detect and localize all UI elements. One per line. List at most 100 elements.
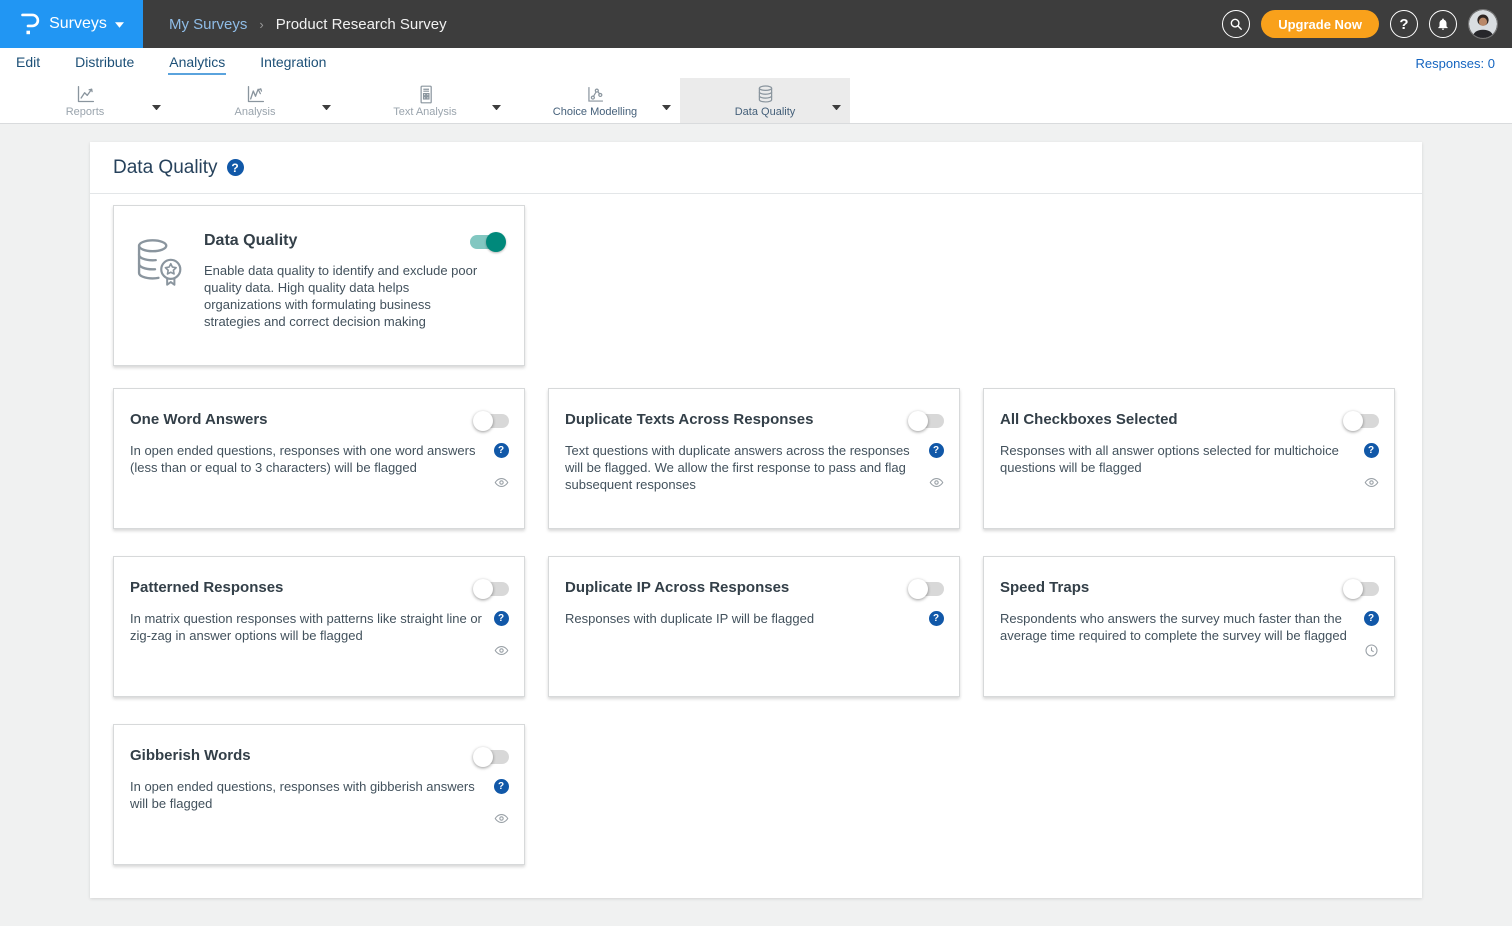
help-icon[interactable]: ? bbox=[494, 443, 509, 458]
toolbar-tab-label: Choice Modelling bbox=[553, 106, 637, 118]
rule-card-gibberish-words: Gibberish Words In open ended questions, … bbox=[113, 724, 525, 865]
help-icon[interactable]: ? bbox=[1364, 611, 1379, 626]
rule-card-title: All Checkboxes Selected bbox=[1000, 411, 1178, 428]
rule-card-side-icons: ? bbox=[492, 778, 510, 826]
help-icon[interactable]: ? bbox=[494, 779, 509, 794]
survey-nav: EditDistributeAnalyticsIntegration Respo… bbox=[0, 48, 1512, 78]
nav-tab-edit[interactable]: Edit bbox=[15, 52, 41, 75]
rule-card-side-icons: ? bbox=[492, 442, 510, 490]
choice-modelling-icon bbox=[585, 84, 606, 105]
rule-card-speed-traps: Speed TrapsRespondents who answers the s… bbox=[983, 556, 1395, 697]
user-avatar[interactable] bbox=[1468, 9, 1498, 39]
upgrade-now-button[interactable]: Upgrade Now bbox=[1261, 10, 1379, 38]
rule-card-title: Patterned Responses bbox=[130, 579, 283, 596]
breadcrumb-separator: › bbox=[259, 17, 263, 32]
help-icon[interactable]: ? bbox=[929, 443, 944, 458]
rule-card-description: Text questions with duplicate answers ac… bbox=[565, 442, 927, 493]
one-word-answers-toggle[interactable] bbox=[473, 411, 510, 431]
cards-area: Data Quality Enable data quality to iden… bbox=[90, 194, 1422, 865]
quality-rules-grid: One Word AnswersIn open ended questions,… bbox=[113, 388, 1399, 865]
toolbar-tab-label: Data Quality bbox=[735, 106, 796, 118]
toolbar-tab-label: Reports bbox=[66, 106, 105, 118]
help-icon[interactable]: ? bbox=[929, 611, 944, 626]
brand-menu[interactable]: Surveys bbox=[0, 0, 143, 48]
rule-card-description: In open ended questions, responses with … bbox=[130, 442, 492, 490]
toolbar-tab-choice-modelling[interactable]: Choice Modelling bbox=[510, 78, 680, 123]
toolbar-tab-label: Text Analysis bbox=[393, 106, 457, 118]
rule-card-description: Responses with duplicate IP will be flag… bbox=[565, 610, 927, 627]
database-quality-badge-icon bbox=[130, 232, 204, 365]
rule-card-all-checkboxes-selected: All Checkboxes Selected Responses with al… bbox=[983, 388, 1395, 529]
clock-icon[interactable] bbox=[1364, 643, 1379, 658]
analysis-chart-icon bbox=[245, 84, 266, 105]
toolbar-tab-data-quality[interactable]: Data Quality bbox=[680, 78, 850, 123]
bell-icon bbox=[1436, 17, 1450, 31]
search-button[interactable] bbox=[1222, 10, 1250, 38]
rule-card-duplicate-texts-across-responses: Duplicate Texts Across Responses Text que… bbox=[548, 388, 960, 529]
feature-card-content: Data Quality Enable data quality to iden… bbox=[204, 232, 506, 365]
breadcrumb-my-surveys[interactable]: My Surveys bbox=[169, 16, 247, 33]
page-title: Data Quality bbox=[113, 157, 218, 179]
rule-card-description: In open ended questions, responses with … bbox=[130, 778, 492, 826]
panel-header: Data Quality ? bbox=[90, 142, 1422, 194]
toolbar-tab-reports[interactable]: Reports bbox=[0, 78, 170, 123]
search-icon bbox=[1229, 17, 1243, 31]
notifications-button[interactable] bbox=[1429, 10, 1457, 38]
duplicate-ip-across-responses-toggle[interactable] bbox=[908, 579, 945, 599]
analytics-toolbar: Reports Analysis Text Analysis Choice Model… bbox=[0, 78, 1512, 124]
eye-icon[interactable] bbox=[494, 811, 509, 826]
topbar-actions: Upgrade Now ? bbox=[1222, 0, 1512, 48]
duplicate-texts-across-responses-toggle[interactable] bbox=[908, 411, 945, 431]
rule-card-description: Responses with all answer options select… bbox=[1000, 442, 1362, 490]
nav-tab-distribute[interactable]: Distribute bbox=[74, 52, 135, 75]
rule-card-title: Duplicate Texts Across Responses bbox=[565, 411, 813, 428]
help-icon[interactable]: ? bbox=[494, 611, 509, 626]
all-checkboxes-selected-toggle[interactable] bbox=[1343, 411, 1380, 431]
text-analysis-icon bbox=[415, 84, 436, 105]
rule-card-duplicate-ip-across-responses: Duplicate IP Across ResponsesResponses w… bbox=[548, 556, 960, 697]
patterned-responses-toggle[interactable] bbox=[473, 579, 510, 599]
chevron-down-icon[interactable] bbox=[832, 97, 841, 103]
rule-card-patterned-responses: Patterned Responses In matrix question re… bbox=[113, 556, 525, 697]
eye-icon[interactable] bbox=[494, 475, 509, 490]
toolbar-tab-analysis[interactable]: Analysis bbox=[170, 78, 340, 123]
speed-traps-toggle[interactable] bbox=[1343, 579, 1380, 599]
nav-tab-integration[interactable]: Integration bbox=[259, 52, 327, 75]
avatar-photo bbox=[1469, 10, 1497, 38]
nav-items: Edit Distribute Analytics Integration bbox=[15, 52, 327, 75]
rule-card-side-icons: ? bbox=[1362, 442, 1380, 490]
content-area: Data Quality ? bbox=[0, 124, 1512, 926]
questionpro-logo-icon bbox=[19, 11, 41, 37]
rule-card-title: Gibberish Words bbox=[130, 747, 251, 764]
feature-card-title: Data Quality bbox=[204, 232, 297, 250]
rule-card-description: In matrix question responses with patter… bbox=[130, 610, 492, 658]
data-quality-feature-card: Data Quality Enable data quality to iden… bbox=[113, 205, 525, 366]
eye-icon[interactable] bbox=[1364, 475, 1379, 490]
eye-icon[interactable] bbox=[929, 475, 944, 490]
chevron-down-icon bbox=[115, 22, 124, 28]
gibberish-words-toggle[interactable] bbox=[473, 747, 510, 767]
brand-label: Surveys bbox=[49, 15, 107, 33]
database-icon bbox=[755, 84, 776, 105]
nav-tab-analytics[interactable]: Analytics bbox=[168, 52, 226, 75]
rule-card-side-icons: ? bbox=[927, 610, 945, 627]
help-button[interactable]: ? bbox=[1390, 10, 1418, 38]
chevron-down-icon[interactable] bbox=[662, 97, 671, 103]
data-quality-toggle[interactable] bbox=[469, 232, 506, 252]
toolbar-tab-label: Analysis bbox=[235, 106, 276, 118]
rule-card-side-icons: ? bbox=[927, 442, 945, 493]
feature-card-description: Enable data quality to identify and excl… bbox=[204, 262, 489, 330]
breadcrumb-current-survey: Product Research Survey bbox=[276, 16, 447, 33]
breadcrumb: My Surveys › Product Research Survey bbox=[143, 0, 447, 48]
rule-card-one-word-answers: One Word AnswersIn open ended questions,… bbox=[113, 388, 525, 529]
page-help-icon[interactable]: ? bbox=[227, 159, 244, 176]
rule-card-side-icons: ? bbox=[492, 610, 510, 658]
line-chart-icon bbox=[75, 84, 96, 105]
eye-icon[interactable] bbox=[494, 643, 509, 658]
chevron-down-icon[interactable] bbox=[322, 97, 331, 103]
chevron-down-icon[interactable] bbox=[492, 97, 501, 103]
rule-card-side-icons: ? bbox=[1362, 610, 1380, 658]
toolbar-tab-text-analysis[interactable]: Text Analysis bbox=[340, 78, 510, 123]
help-icon[interactable]: ? bbox=[1364, 443, 1379, 458]
chevron-down-icon[interactable] bbox=[152, 97, 161, 103]
